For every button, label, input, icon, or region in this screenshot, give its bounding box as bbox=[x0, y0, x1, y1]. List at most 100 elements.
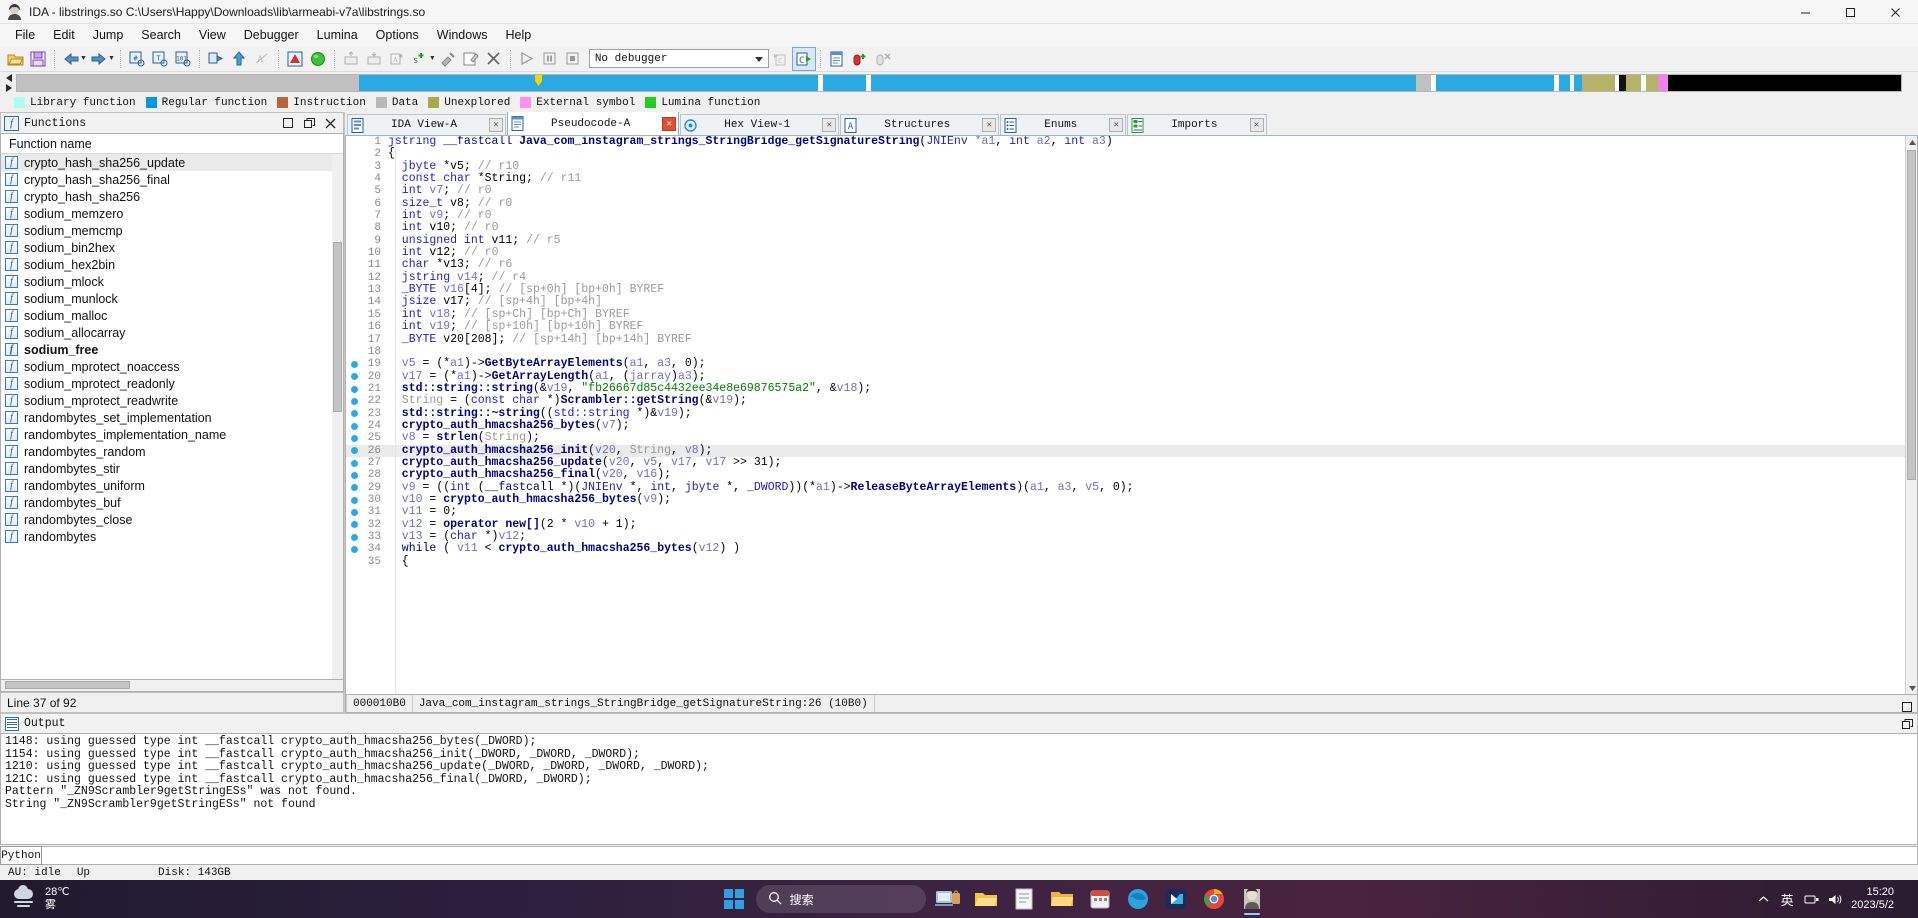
function-list-item[interactable]: f sodium_memcmp bbox=[1, 222, 343, 239]
maximize-button[interactable] bbox=[1828, 0, 1873, 24]
tab-ida-view-a[interactable]: IDA View-A ✕ bbox=[347, 114, 507, 135]
network-icon[interactable] bbox=[1803, 891, 1819, 907]
code-line[interactable]: 8 int v10; // r0 bbox=[346, 222, 1905, 235]
function-list-item[interactable]: f sodium_allocarray bbox=[1, 324, 343, 341]
breakpoint-dot-icon[interactable] bbox=[346, 459, 362, 467]
tab-close-icon[interactable]: ✕ bbox=[1109, 118, 1124, 132]
undefine-icon[interactable] bbox=[437, 48, 459, 70]
breakpoint-dot-icon[interactable] bbox=[346, 385, 362, 393]
function-list-item[interactable]: f randombytes_random bbox=[1, 443, 343, 460]
tab-pseudocode-a[interactable]: Pseudocode-A ✕ bbox=[507, 112, 680, 135]
debugger-select[interactable]: No debugger bbox=[588, 49, 769, 68]
navband-right-arrows[interactable] bbox=[1902, 74, 1916, 92]
pseudocode-vertical-scrollbar[interactable] bbox=[1905, 136, 1917, 694]
tab-hex-view-1[interactable]: Hex View-1 ✕ bbox=[680, 114, 840, 135]
ida-icon[interactable] bbox=[1236, 883, 1268, 915]
tab-close-icon[interactable]: ✕ bbox=[1249, 118, 1264, 132]
function-list-item[interactable]: f randombytes_close bbox=[1, 511, 343, 528]
code-line[interactable]: 9 unsigned int v11; // r5 bbox=[346, 234, 1905, 247]
remove-breakpoints-icon[interactable] bbox=[872, 48, 894, 70]
tab-structures[interactable]: A Structures ✕ bbox=[840, 114, 1000, 135]
menu-view[interactable]: View bbox=[190, 26, 235, 44]
search-binary-icon[interactable]: 101 bbox=[172, 48, 194, 70]
edit-func-icon[interactable] bbox=[460, 48, 482, 70]
function-list-item[interactable]: f sodium_malloc bbox=[1, 307, 343, 324]
code-line[interactable]: 34 while ( v11 < crypto_auth_hmacsha256_… bbox=[346, 543, 1905, 555]
function-list-item[interactable]: f sodium_hex2bin bbox=[1, 256, 343, 273]
decompile-icon[interactable]: C bbox=[791, 46, 816, 71]
float-icon[interactable] bbox=[299, 115, 319, 132]
search-hash-icon[interactable]: # bbox=[126, 48, 148, 70]
breakpoint-dot-icon[interactable] bbox=[346, 434, 362, 442]
breakpoint-dot-icon[interactable] bbox=[346, 508, 362, 516]
widgets-icon[interactable] bbox=[932, 883, 964, 915]
function-list-item[interactable]: f sodium_mprotect_readonly bbox=[1, 375, 343, 392]
navband-left-arrows[interactable] bbox=[2, 74, 16, 92]
breakpoint-dot-icon[interactable] bbox=[346, 521, 362, 529]
breakpoint-dot-icon[interactable] bbox=[346, 471, 362, 479]
up-arrow-icon[interactable] bbox=[228, 48, 250, 70]
function-list-item[interactable]: f randombytes_implementation_name bbox=[1, 426, 343, 443]
minimize-button[interactable] bbox=[1783, 0, 1828, 24]
vscode-icon[interactable] bbox=[1160, 883, 1192, 915]
taskbar-search[interactable]: 搜索 bbox=[755, 885, 926, 913]
edge-icon[interactable] bbox=[1122, 883, 1154, 915]
decompile-disabled-icon[interactable]: C bbox=[770, 48, 792, 70]
file-explorer-icon[interactable] bbox=[970, 883, 1002, 915]
function-list-item[interactable]: f crypto_hash_sha256_final bbox=[1, 171, 343, 188]
navigation-band[interactable] bbox=[16, 74, 1902, 92]
menu-options[interactable]: Options bbox=[367, 26, 428, 44]
plugin-icon[interactable] bbox=[826, 48, 848, 70]
tab-close-icon[interactable]: ✕ bbox=[982, 118, 997, 132]
open-file-icon[interactable] bbox=[4, 48, 26, 70]
restore-icon[interactable] bbox=[1897, 698, 1917, 715]
code-line[interactable]: 6 size_t v8; // r0 bbox=[346, 197, 1905, 210]
forward-arrow-icon[interactable] bbox=[88, 48, 110, 70]
code-line[interactable]: 35 { bbox=[346, 555, 1905, 568]
functions-vertical-scrollbar[interactable] bbox=[332, 154, 343, 679]
code-line[interactable]: 17 _BYTE v20[208]; // [sp+14h] [bp+14h] … bbox=[346, 333, 1905, 346]
breakpoint-dot-icon[interactable] bbox=[346, 373, 362, 381]
code-line[interactable]: 24 crypto_auth_hmacsha256_bytes(v7); bbox=[346, 419, 1905, 432]
function-list-item[interactable]: f randombytes_uniform bbox=[1, 477, 343, 494]
function-list-item[interactable]: f randombytes bbox=[1, 528, 343, 545]
pause-icon[interactable] bbox=[539, 48, 561, 70]
code-line[interactable]: 7 int v9; // r0 bbox=[346, 209, 1905, 222]
notepad-icon[interactable] bbox=[1008, 883, 1040, 915]
chevron-up-icon[interactable] bbox=[1755, 891, 1771, 907]
no-text-icon[interactable]: A bbox=[251, 48, 273, 70]
calendar-icon[interactable] bbox=[1084, 883, 1116, 915]
code-line[interactable]: 32 v12 = operator new[](2 * v10 + 1); bbox=[346, 518, 1905, 531]
menu-lumina[interactable]: Lumina bbox=[308, 26, 367, 44]
functions-list[interactable]: f crypto_hash_sha256_update f crypto_hash_s… bbox=[1, 154, 343, 679]
restore-icon[interactable] bbox=[278, 115, 298, 132]
function-list-item[interactable]: f randombytes_buf bbox=[1, 494, 343, 511]
menu-edit[interactable]: Edit bbox=[44, 26, 84, 44]
run-icon[interactable] bbox=[516, 48, 538, 70]
functions-horizontal-scrollbar[interactable] bbox=[0, 680, 344, 692]
pseudocode-lines[interactable]: 1 jstring __fastcall Java_com_instagram_s… bbox=[346, 136, 1905, 568]
folder-icon[interactable] bbox=[1046, 883, 1078, 915]
breakpoint-dot-icon[interactable] bbox=[346, 447, 362, 455]
python-mode-button[interactable]: Python bbox=[0, 846, 42, 865]
windows-start-icon[interactable] bbox=[718, 883, 750, 915]
function-list-item[interactable]: f sodium_mlock bbox=[1, 273, 343, 290]
code-line[interactable]: 10 int v12; // r0 bbox=[346, 246, 1905, 259]
breakpoint-dot-icon[interactable] bbox=[346, 484, 362, 492]
tab-close-icon[interactable]: ✕ bbox=[489, 118, 504, 132]
ime-icon[interactable]: 英 bbox=[1779, 891, 1795, 908]
search-text-icon[interactable]: T bbox=[149, 48, 171, 70]
code-line[interactable]: 5 int v7; // r0 bbox=[346, 185, 1905, 198]
menu-windows[interactable]: Windows bbox=[428, 26, 497, 44]
close-icon[interactable] bbox=[320, 115, 340, 132]
output-log[interactable]: 1148: using guessed type int __fastcall … bbox=[0, 733, 1918, 845]
breakpoint-dot-icon[interactable] bbox=[346, 422, 362, 430]
scroll-up-icon[interactable] bbox=[1906, 136, 1917, 148]
breakpoint-dot-icon[interactable] bbox=[346, 533, 362, 541]
pseudocode-lines-container[interactable]: 1 jstring __fastcall Java_com_instagram_s… bbox=[346, 136, 1905, 694]
python-command-input[interactable] bbox=[42, 846, 1918, 865]
breakpoint-dot-icon[interactable] bbox=[346, 410, 362, 418]
function-list-item[interactable]: f crypto_hash_sha256 bbox=[1, 188, 343, 205]
delete-icon[interactable] bbox=[483, 48, 505, 70]
tab-close-icon[interactable]: ✕ bbox=[822, 118, 837, 132]
